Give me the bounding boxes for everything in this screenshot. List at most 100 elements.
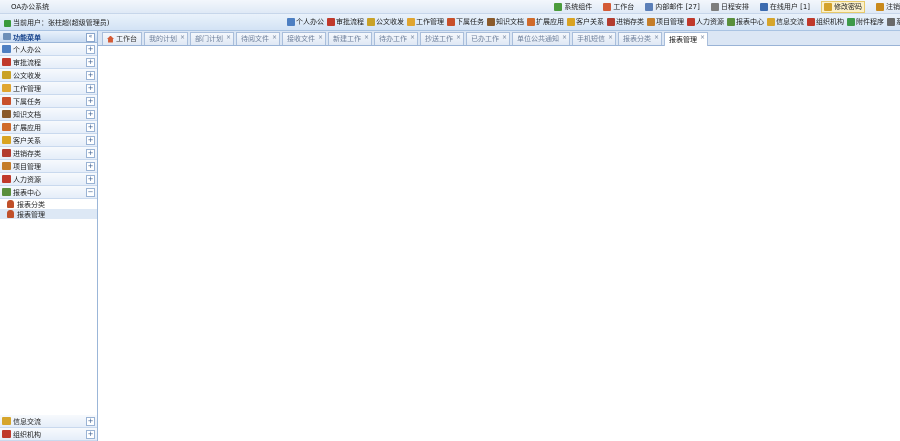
close-icon[interactable]: × (562, 34, 567, 41)
top-link-home[interactable]: 工作台 (603, 2, 634, 12)
module-report[interactable]: 报表中心 (727, 17, 764, 27)
sidebar-item-document[interactable]: 公文收发 + (0, 69, 97, 82)
module-knowledge[interactable]: 知识文档 (487, 17, 524, 27)
tab-item[interactable]: 报表管理 × (664, 32, 708, 46)
expand-toggle[interactable]: + (86, 45, 95, 54)
tab-item[interactable]: 手机短信 × (572, 32, 616, 45)
close-icon[interactable]: × (318, 34, 323, 41)
sidebar-item-label: 个人办公 (13, 46, 41, 54)
tab-item[interactable]: 接收文件 × (282, 32, 326, 45)
close-icon[interactable]: × (364, 34, 369, 41)
top-link-calendar[interactable]: 日程安排 (710, 2, 749, 12)
tab-item[interactable]: 部门计划 × (190, 32, 234, 45)
sidebar-item-report[interactable]: 报表中心 − (0, 186, 97, 199)
expand-toggle[interactable]: + (86, 430, 95, 439)
calendar-icon (710, 2, 719, 11)
top-link-users[interactable]: 在线用户 [1] (759, 2, 810, 12)
module-attachment[interactable]: 附件程序 (847, 17, 884, 27)
sidebar-item-task[interactable]: 下属任务 + (0, 95, 97, 108)
expand-toggle[interactable]: + (86, 123, 95, 132)
tab-item[interactable]: 抄送工作 × (420, 32, 464, 45)
tab-item[interactable]: 已办工作 × (466, 32, 510, 45)
expand-toggle[interactable]: + (86, 417, 95, 426)
sidebar-collapse-button[interactable]: « (86, 33, 95, 42)
sidebar-item-message[interactable]: 信息交流 + (0, 415, 97, 428)
tab-item[interactable]: 我的计划 × (144, 32, 188, 45)
module-approval[interactable]: 审批流程 (327, 17, 364, 27)
sidebar-item-org[interactable]: 组织机构 + (0, 428, 97, 441)
module-project[interactable]: 项目管理 (647, 17, 684, 27)
sidebar-subitem[interactable]: 报表管理 (0, 209, 97, 219)
module-extension[interactable]: 扩展应用 (527, 17, 564, 27)
sidebar-item-label: 人力资源 (13, 176, 41, 184)
close-icon[interactable]: × (180, 34, 185, 41)
sidebar-item-personal[interactable]: 个人办公 + (0, 43, 97, 56)
tab-item[interactable]: 报表分类 × (618, 32, 662, 45)
title-bar: OA办公系统 系统组件 工作台 内部邮件 [27] 日程安排 在线用户 [1] 修改密码 注… (0, 0, 900, 14)
close-icon[interactable]: × (608, 34, 613, 41)
module-settings[interactable]: 系统设置 (887, 17, 900, 27)
sidebar-item-label: 组织机构 (13, 431, 41, 439)
sidebar-item-inventory[interactable]: 进销存类 + (0, 147, 97, 160)
expand-toggle[interactable]: + (86, 162, 95, 171)
sidebar-item-approval[interactable]: 审批流程 + (0, 56, 97, 69)
tab-label: 单位公共通知 (517, 35, 559, 43)
expand-toggle[interactable]: + (86, 97, 95, 106)
attachment-icon (847, 18, 855, 26)
expand-toggle[interactable]: + (86, 58, 95, 67)
expand-toggle[interactable]: + (86, 175, 95, 184)
org-icon (807, 18, 815, 26)
sidebar-item-extension[interactable]: 扩展应用 + (0, 121, 97, 134)
module-label: 扩展应用 (536, 18, 564, 26)
module-label: 组织机构 (816, 18, 844, 26)
expand-toggle[interactable]: + (86, 84, 95, 93)
sidebar-item-hr[interactable]: 人力资源 + (0, 173, 97, 186)
top-link-key[interactable]: 修改密码 (821, 0, 865, 13)
module-label: 人力资源 (696, 18, 724, 26)
top-link-mail[interactable]: 内部邮件 [27] (645, 2, 700, 12)
tab-label: 报表分类 (623, 35, 651, 43)
top-link-logout[interactable]: 注销 (876, 2, 900, 12)
sidebar-subitem[interactable]: 报表分类 (0, 199, 97, 209)
tab-item[interactable]: 待办工作 × (374, 32, 418, 45)
module-document[interactable]: 公文收发 (367, 17, 404, 27)
top-link-puzzle[interactable]: 系统组件 (554, 2, 592, 12)
module-customer[interactable]: 客户关系 (567, 17, 604, 27)
tab-item[interactable]: 单位公共通知 × (512, 32, 570, 45)
close-icon[interactable]: × (226, 34, 231, 41)
expand-toggle[interactable]: − (86, 188, 95, 197)
sidebar-item-customer[interactable]: 客户关系 + (0, 134, 97, 147)
tab-item[interactable]: 新建工作 × (328, 32, 372, 45)
expand-toggle[interactable]: + (86, 110, 95, 119)
tab-home[interactable]: 工作台 (102, 32, 142, 45)
module-message[interactable]: 信息交流 (767, 17, 804, 27)
module-personal[interactable]: 个人办公 (287, 17, 324, 27)
module-work[interactable]: 工作管理 (407, 17, 444, 27)
module-org[interactable]: 组织机构 (807, 17, 844, 27)
knowledge-icon (2, 110, 11, 118)
module-hr[interactable]: 人力资源 (687, 17, 724, 27)
close-icon[interactable]: × (502, 34, 507, 41)
expand-toggle[interactable]: + (86, 149, 95, 158)
tab-label: 新建工作 (333, 35, 361, 43)
module-inventory[interactable]: 进销存类 (607, 17, 644, 27)
module-task[interactable]: 下属任务 (447, 17, 484, 27)
user-status-icon (4, 19, 11, 27)
expand-toggle[interactable]: + (86, 71, 95, 80)
expand-toggle[interactable]: + (86, 136, 95, 145)
document-icon (2, 71, 11, 79)
sidebar-item-label: 知识文档 (13, 111, 41, 119)
close-icon[interactable]: × (410, 34, 415, 41)
close-icon[interactable]: × (700, 34, 705, 41)
tab-label: 我的计划 (149, 35, 177, 43)
sidebar-item-knowledge[interactable]: 知识文档 + (0, 108, 97, 121)
close-icon[interactable]: × (272, 34, 277, 41)
sidebar-item-project[interactable]: 项目管理 + (0, 160, 97, 173)
sidebar-item-work[interactable]: 工作管理 + (0, 82, 97, 95)
close-icon[interactable]: × (654, 34, 659, 41)
close-icon[interactable]: × (456, 34, 461, 41)
tab-item[interactable]: 待阅文件 × (236, 32, 280, 45)
inventory-icon (2, 149, 11, 157)
sidebar: 功能菜单 « 个人办公 + 审批流程 + 公文收发 + 工作管理 + 下属任务 + 知识文档 + 扩展应… (0, 31, 98, 441)
customer-icon (567, 18, 575, 26)
